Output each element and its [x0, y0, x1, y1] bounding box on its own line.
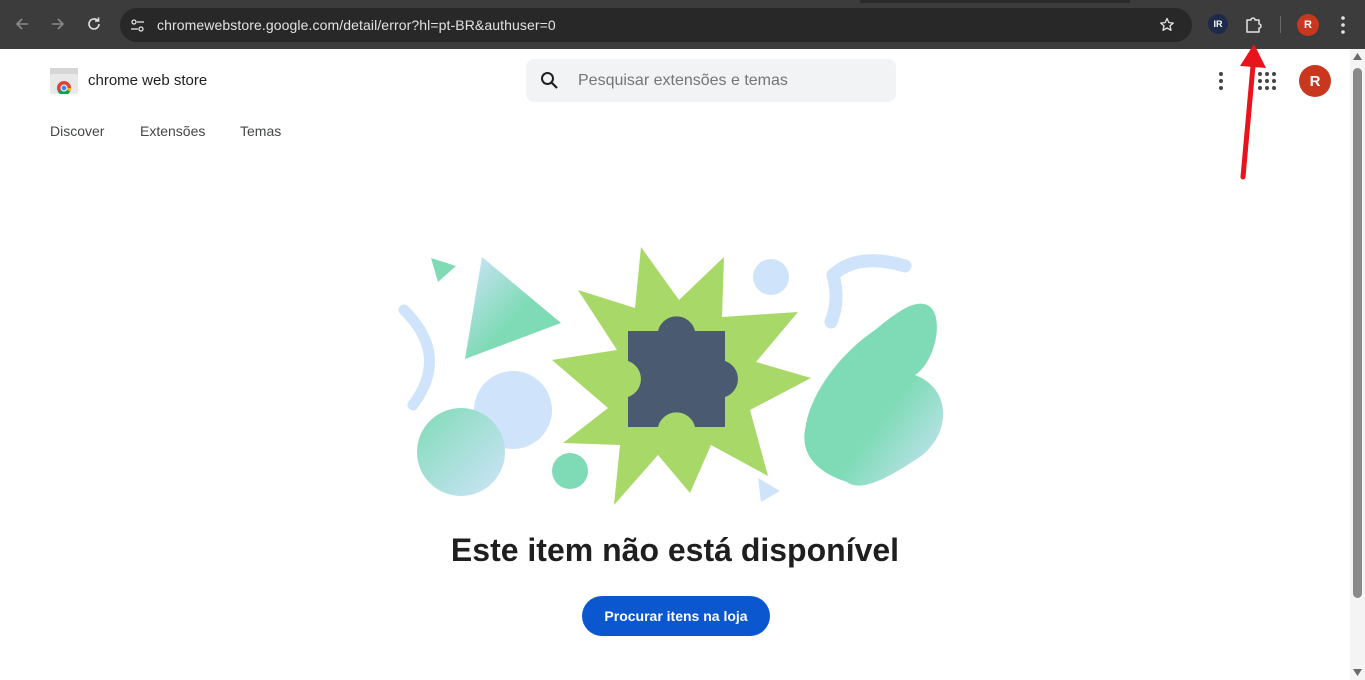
scroll-up-arrow-icon[interactable]: [1353, 53, 1362, 60]
nav-extensions[interactable]: Extensões: [140, 123, 205, 139]
reload-button[interactable]: [81, 11, 107, 37]
browse-store-button[interactable]: Procurar itens na loja: [582, 596, 770, 636]
kebab-menu-icon[interactable]: [1336, 15, 1350, 35]
annotation-arrow-icon: [1240, 44, 1266, 180]
chrome-web-store-logo-icon[interactable]: [50, 68, 78, 94]
scroll-down-arrow-icon[interactable]: [1353, 669, 1362, 676]
extensions-puzzle-icon[interactable]: [1245, 15, 1264, 34]
back-icon: [15, 18, 28, 30]
profile-avatar[interactable]: R: [1297, 14, 1319, 36]
nav-discover[interactable]: Discover: [50, 123, 104, 139]
browser-toolbar: chromewebstore.google.com/detail/error?h…: [0, 0, 1365, 49]
error-title: Este item não está disponível: [450, 532, 900, 568]
store-search-box[interactable]: [526, 59, 896, 102]
ir-extension-icon[interactable]: IR: [1208, 14, 1228, 34]
back-button[interactable]: [9, 11, 35, 37]
bookmark-star-icon[interactable]: [1159, 17, 1175, 33]
store-name[interactable]: chrome web store: [88, 72, 207, 89]
forward-icon: [52, 18, 65, 30]
search-input[interactable]: [578, 72, 878, 90]
toolbar-separator: [1280, 16, 1281, 33]
more-options-icon[interactable]: [1210, 70, 1232, 92]
site-info-icon[interactable]: [130, 18, 145, 33]
ir-extension-label: IR: [1213, 19, 1223, 29]
reload-icon: [88, 17, 100, 30]
tab-strip-edge: [860, 0, 1130, 3]
nav-themes[interactable]: Temas: [240, 123, 281, 139]
account-avatar[interactable]: R: [1299, 65, 1331, 97]
url-text[interactable]: chromewebstore.google.com/detail/error?h…: [157, 17, 556, 33]
account-initial: R: [1309, 72, 1321, 90]
profile-initial: R: [1304, 19, 1312, 31]
search-icon: [541, 72, 558, 89]
scroll-thumb[interactable]: [1353, 68, 1362, 598]
unavailable-item-illustration: [398, 247, 944, 505]
forward-button[interactable]: [45, 11, 71, 37]
address-bar[interactable]: chromewebstore.google.com/detail/error?h…: [120, 8, 1192, 42]
page-scrollbar[interactable]: [1350, 49, 1365, 680]
